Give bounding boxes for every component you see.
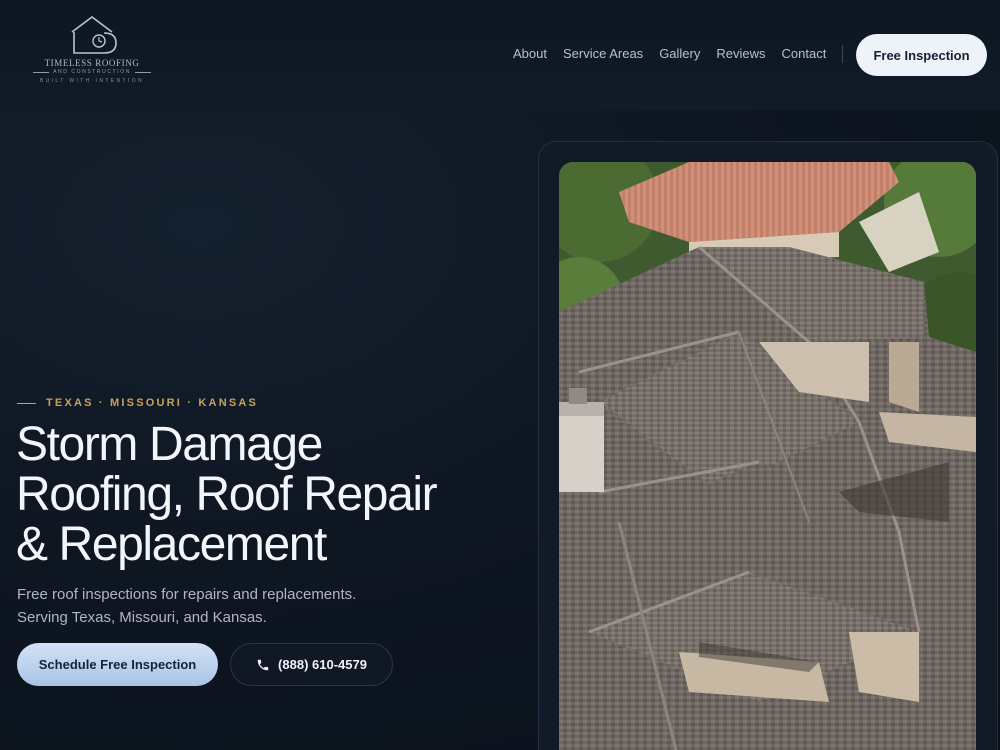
house-clock-icon bbox=[71, 16, 117, 54]
nav-link-gallery[interactable]: Gallery bbox=[651, 44, 708, 63]
schedule-inspection-button[interactable]: Schedule Free Inspection bbox=[17, 643, 218, 686]
hero-title-line: Roofing, Roof Repair bbox=[16, 468, 438, 521]
phone-number: (888) 610-4579 bbox=[278, 657, 367, 672]
brand-subname-row: AND CONSTRUCTION bbox=[33, 69, 151, 75]
hero-title-line: Storm Damage bbox=[16, 418, 323, 471]
divider bbox=[134, 71, 151, 73]
free-inspection-button[interactable]: Free Inspection bbox=[856, 34, 987, 76]
brand-tagline: BUILT WITH INTENTION bbox=[39, 78, 145, 84]
nav-link-contact[interactable]: Contact bbox=[774, 44, 835, 63]
eyebrow-line bbox=[17, 402, 36, 404]
main-nav: About Service Areas Gallery Reviews Cont… bbox=[505, 44, 851, 63]
eyebrow-text: TEXAS · MISSOURI · KANSAS bbox=[46, 397, 259, 409]
divider bbox=[33, 71, 50, 73]
call-phone-button[interactable]: (888) 610-4579 bbox=[230, 643, 393, 686]
hero-eyebrow: TEXAS · MISSOURI · KANSAS bbox=[17, 397, 258, 409]
brand-subname: AND CONSTRUCTION bbox=[53, 69, 131, 75]
brand-name: TIMELESS ROOFING bbox=[44, 58, 140, 68]
aerial-roof-photo bbox=[559, 162, 976, 750]
hero-description-line: Free roof inspections for repairs and re… bbox=[17, 586, 357, 603]
hero-description: Free roof inspections for repairs and re… bbox=[17, 583, 437, 629]
brand-logo[interactable]: TIMELESS ROOFING AND CONSTRUCTION BUILT … bbox=[28, 14, 156, 98]
nav-link-service-areas[interactable]: Service Areas bbox=[555, 44, 651, 63]
phone-icon bbox=[257, 659, 269, 670]
hero-title-line: & Replacement bbox=[16, 518, 327, 571]
hero-title: Storm Damage Roofing, Roof Repair & Repl… bbox=[16, 420, 516, 570]
nav-link-reviews[interactable]: Reviews bbox=[708, 44, 773, 63]
nav-divider bbox=[842, 44, 844, 63]
hero-description-line: Serving Texas, Missouri, and Kansas. bbox=[17, 609, 267, 626]
nav-link-about[interactable]: About bbox=[505, 44, 555, 63]
